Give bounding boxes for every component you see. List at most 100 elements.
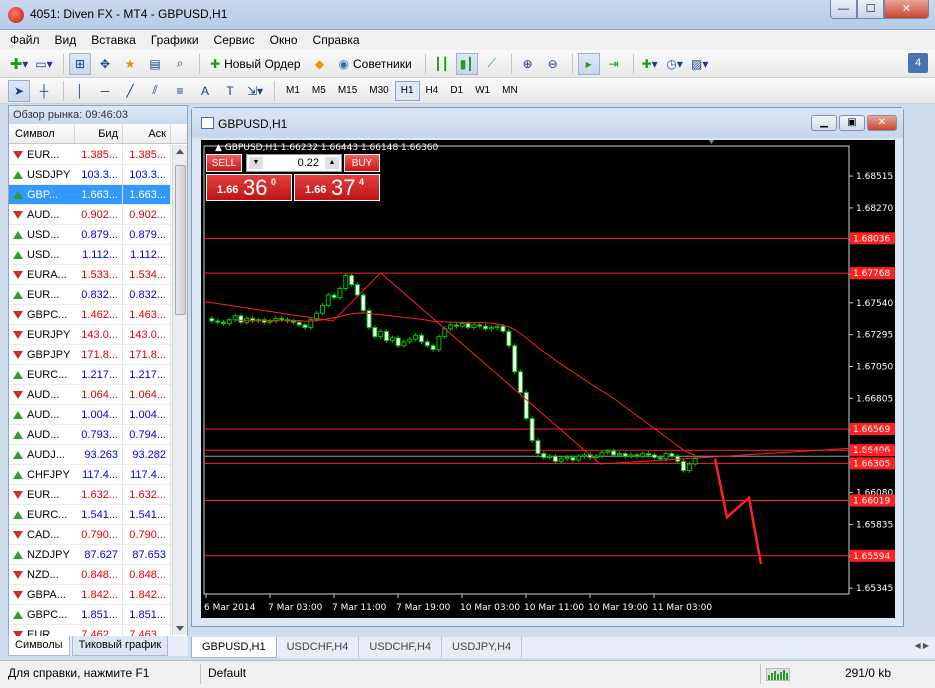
menu-charts[interactable]: Графики [151, 33, 199, 47]
templates-button[interactable]: ▨ ▾ [689, 53, 711, 75]
list-item[interactable]: EURC... 1.541... 1.541... [9, 505, 173, 525]
line-chart-button[interactable]: ⟋ [481, 53, 503, 75]
tf-m15[interactable]: M15 [332, 81, 363, 101]
list-item[interactable]: AUDJ... 93.263 93.282 [9, 445, 173, 465]
text-tool[interactable]: A [194, 80, 216, 102]
arrows-tool[interactable]: ⇲ ▾ [244, 80, 266, 102]
list-item[interactable]: EUR... 0.832... 0.832... [9, 285, 173, 305]
new-chart-button[interactable]: ✚ ▾ [8, 53, 30, 75]
cursor-tool[interactable]: ➤ [8, 79, 30, 102]
tf-m1[interactable]: M1 [280, 81, 306, 101]
list-item[interactable]: USDJPY 103.3... 103.3... [9, 165, 173, 185]
chart-tab-usdjpy-h4[interactable]: USDJPY,H4 [442, 637, 523, 658]
chart-maximize-button[interactable]: ▣ [839, 115, 865, 131]
list-item[interactable]: GBPJPY 171.8... 171.8... [9, 345, 173, 365]
status-profile[interactable]: Default [208, 666, 246, 680]
list-item[interactable]: NZD... 0.848... 0.848... [9, 565, 173, 585]
periods-button[interactable]: ◷ ▾ [664, 53, 686, 75]
chart-shift-button[interactable]: ⇥ [603, 53, 625, 75]
channel-tool[interactable]: ⫽ [144, 80, 166, 102]
list-item[interactable]: AUD... 1.004... 1.004... [9, 405, 173, 425]
list-item[interactable]: GBPC... 1.851... 1.851... [9, 605, 173, 625]
list-item[interactable]: CHFJPY 117.4... 117.4... [9, 465, 173, 485]
scroll-up-icon[interactable] [176, 149, 184, 154]
tab-scroll-arrows-icon[interactable]: ◀ ▶ [914, 641, 929, 650]
col-bid[interactable]: Бид [75, 124, 123, 143]
candlestick-button[interactable]: ▮┃ [455, 52, 478, 75]
lot-decrease-icon[interactable]: ▼ [249, 157, 263, 169]
maximize-button[interactable]: ☐ [857, 0, 884, 19]
tf-m30[interactable]: M30 [363, 81, 394, 101]
list-item[interactable]: AUD... 0.902... 0.902... [9, 205, 173, 225]
indicators-button[interactable]: ✚ ▾ [639, 53, 661, 75]
zoom-out-button[interactable]: ⊖ [542, 53, 564, 75]
tf-mn[interactable]: MN [496, 81, 524, 101]
price-chart[interactable]: ▲ GBPUSD,H1 1.66232 1.66443 1.66148 1.66… [201, 140, 895, 618]
col-ask[interactable]: Аск [123, 124, 171, 143]
sell-quote[interactable]: 1.66 36 0 [206, 174, 292, 201]
scroll-thumb[interactable] [175, 165, 186, 315]
chart-close-button[interactable]: ✕ [867, 115, 897, 131]
list-item[interactable]: USD... 1.112... 1.112... [9, 245, 173, 265]
menu-insert[interactable]: Вставка [91, 33, 136, 47]
list-item[interactable]: AUD... 0.793... 0.794... [9, 425, 173, 445]
menu-tools[interactable]: Сервис [214, 33, 255, 47]
menu-file[interactable]: Файл [10, 33, 40, 47]
close-button[interactable]: ✕ [884, 0, 929, 19]
list-item[interactable]: GBPA... 1.842... 1.842... [9, 585, 173, 605]
list-item[interactable]: GBP... 1.663... 1.663... [9, 185, 173, 205]
chart-plot-area[interactable]: ▲ GBPUSD,H1 1.66232 1.66443 1.66148 1.66… [201, 140, 895, 618]
terminal-toggle[interactable]: ▤ [144, 53, 166, 75]
tab-symbols[interactable]: Символы [8, 636, 70, 656]
list-item[interactable]: GBPC... 1.462... 1.463... [9, 305, 173, 325]
tf-h4[interactable]: H4 [420, 81, 445, 101]
list-item[interactable]: EURA... 1.533... 1.534... [9, 265, 173, 285]
zoom-in-button[interactable]: ⊕ [517, 53, 539, 75]
vertical-line-tool[interactable]: │ [69, 80, 91, 102]
new-order-button[interactable]: ✚ Новый Ордер [205, 53, 306, 75]
list-item[interactable]: NZDJPY 87.627 87.653 [9, 545, 173, 565]
list-item[interactable]: USD... 0.879... 0.879... [9, 225, 173, 245]
alert-button[interactable]: ◆ [309, 53, 331, 75]
list-item[interactable]: EURJPY 143.0... 143.0... [9, 325, 173, 345]
list-item[interactable]: EUR... 1.385... 1.385... [9, 145, 173, 165]
lot-size-field[interactable]: ▼ 0.22 ▲ [246, 154, 342, 172]
fibonacci-tool[interactable]: ≡ [169, 80, 191, 102]
col-symbol[interactable]: Символ [9, 124, 75, 143]
sell-button[interactable]: SELL [206, 154, 242, 172]
chart-tab-usdchf-h4[interactable]: USDCHF,H4 [277, 637, 360, 658]
text-label-tool[interactable]: T [219, 80, 241, 102]
notifications-badge[interactable]: 4 [908, 53, 928, 73]
list-item[interactable]: EURC... 1.217... 1.217... [9, 365, 173, 385]
lot-increase-icon[interactable]: ▲ [325, 157, 339, 169]
horizontal-line-tool[interactable]: ─ [94, 80, 116, 102]
list-item[interactable]: CAD... 0.790... 0.790... [9, 525, 173, 545]
buy-quote[interactable]: 1.66 37 4 [294, 174, 380, 201]
chart-tab-usdchf-h4-2[interactable]: USDCHF,H4 [359, 637, 443, 658]
navigator-toggle[interactable]: ★ [119, 53, 141, 75]
chart-tab-gbpusd-h1[interactable]: GBPUSD,H1 [191, 637, 277, 658]
expert-advisors-button[interactable]: ◉ Советники [334, 53, 417, 75]
menu-view[interactable]: Вид [55, 33, 77, 47]
scroll-down-icon[interactable] [176, 626, 184, 631]
tf-w1[interactable]: W1 [469, 81, 496, 101]
buy-button[interactable]: BUY [344, 154, 380, 172]
trendline-tool[interactable]: ╱ [119, 80, 141, 102]
bar-chart-button[interactable]: ┃┃ [431, 53, 453, 75]
profiles-button[interactable]: ▭ ▾ [33, 53, 55, 75]
market-watch-scrollbar[interactable] [172, 145, 187, 635]
menu-window[interactable]: Окно [270, 33, 298, 47]
menu-help[interactable]: Справка [313, 33, 360, 47]
list-item[interactable]: AUD... 1.064... 1.064... [9, 385, 173, 405]
crosshair-tool[interactable]: ┼ [33, 80, 55, 102]
tab-tick-chart[interactable]: Тиковый график [71, 636, 169, 656]
tf-h1[interactable]: H1 [394, 80, 420, 101]
tf-m5[interactable]: M5 [306, 81, 332, 101]
data-window-toggle[interactable]: ✥ [94, 53, 116, 75]
chart-minimize-button[interactable]: ▁ [811, 115, 837, 131]
market-watch-toggle[interactable]: ⊞ [69, 52, 91, 75]
minimize-button[interactable]: — [830, 0, 857, 19]
strategy-tester-toggle[interactable]: ⌕ [169, 53, 191, 75]
tf-d1[interactable]: D1 [444, 81, 469, 101]
auto-scroll-button[interactable]: ▸ [577, 52, 600, 75]
